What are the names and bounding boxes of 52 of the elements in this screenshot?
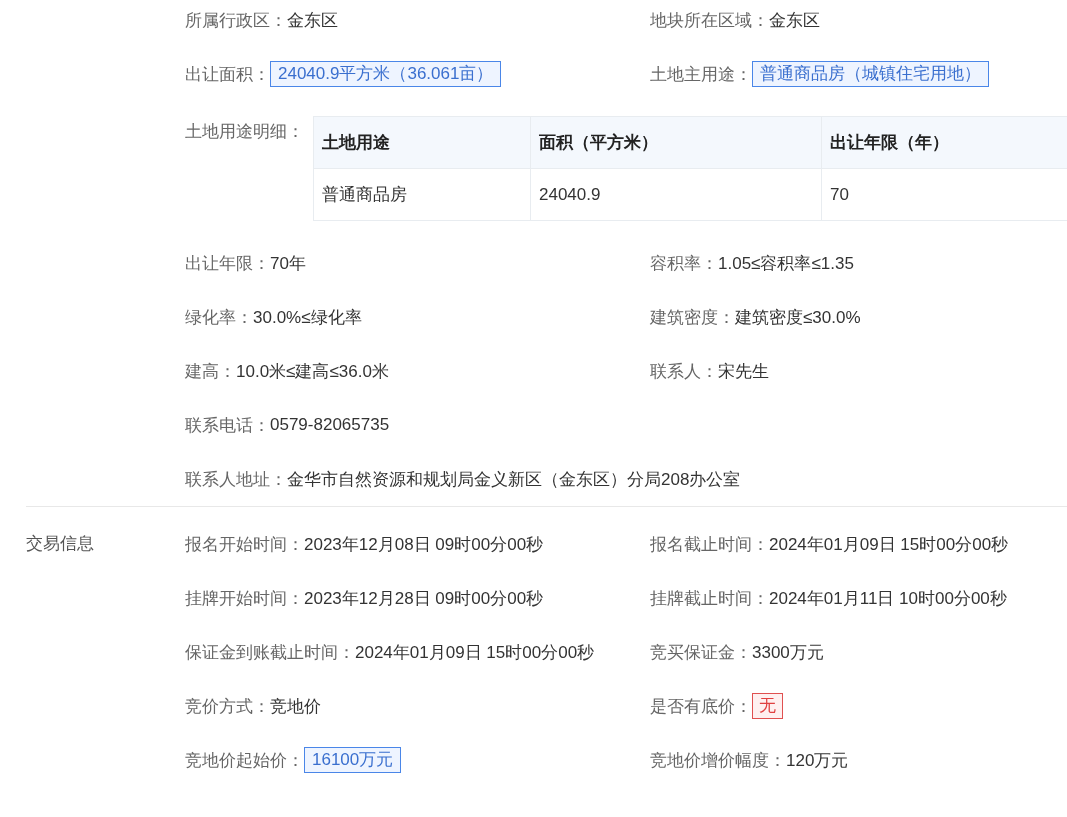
field-value: 120万元 <box>786 749 849 772</box>
field-value: 竞地价 <box>270 695 321 718</box>
field-label: 竞价方式： <box>185 695 270 718</box>
field-value: 2023年12月08日 09时00分00秒 <box>304 533 544 556</box>
value-tag: 16100万元 <box>304 747 402 773</box>
value-tag: 普通商品房（城镇住宅用地） <box>752 61 989 87</box>
field-label: 土地用途明细： <box>185 121 305 143</box>
field-label: 土地主用途： <box>650 63 752 86</box>
field-label: 建筑密度： <box>650 306 735 329</box>
field-value: 10.0米≤建高≤36.0米 <box>236 360 389 383</box>
field-value: 金东区 <box>287 9 338 32</box>
field-value: 2023年12月28日 09时00分00秒 <box>304 587 544 610</box>
section-title: 交易信息 <box>26 533 95 555</box>
field-value: 2024年01月11日 10时00分00秒 <box>769 587 1007 610</box>
field-label: 挂牌开始时间： <box>185 587 304 610</box>
field-label: 联系人： <box>650 360 718 383</box>
field-label: 竞地价增价幅度： <box>650 749 786 772</box>
field-value: 2024年01月09日 15时00分00秒 <box>355 641 595 664</box>
value-tag: 无 <box>752 693 783 719</box>
field-value: 宋先生 <box>718 360 769 383</box>
field-label: 所属行政区： <box>185 9 287 32</box>
field-value: 3300万元 <box>752 641 824 664</box>
field-label: 出让面积： <box>185 63 270 86</box>
field-label: 是否有底价： <box>650 695 752 718</box>
field-label: 报名截止时间： <box>650 533 769 556</box>
field-value: 1.05≤容积率≤1.35 <box>718 252 854 275</box>
field-label: 竞买保证金： <box>650 641 752 664</box>
field-value: 建筑密度≤30.0% <box>735 306 861 329</box>
field-value: 70年 <box>270 252 306 275</box>
table-cell: 24040.9 <box>530 168 822 221</box>
column-header: 面积（平方米） <box>530 116 822 169</box>
field-value: 金东区 <box>769 9 820 32</box>
field-label: 建高： <box>185 360 236 383</box>
field-label: 容积率： <box>650 252 718 275</box>
field-value: 金华市自然资源和规划局金义新区（金东区）分局208办公室 <box>287 468 741 491</box>
field-label: 地块所在区域： <box>650 9 769 32</box>
field-value: 0579-82065735 <box>270 415 390 435</box>
field-label: 报名开始时间： <box>185 533 304 556</box>
field-label: 竞地价起始价： <box>185 749 304 772</box>
field-label: 联系人地址： <box>185 468 287 491</box>
field-value: 2024年01月09日 15时00分00秒 <box>769 533 1009 556</box>
table-cell: 70 <box>821 168 1067 221</box>
field-label: 出让年限： <box>185 252 270 275</box>
field-label: 联系电话： <box>185 414 270 437</box>
field-value: 30.0%≤绿化率 <box>253 306 362 329</box>
value-tag: 24040.9平方米（36.061亩） <box>270 61 502 87</box>
column-header: 出让年限（年） <box>821 116 1067 169</box>
field-label: 挂牌截止时间： <box>650 587 769 610</box>
field-label: 绿化率： <box>185 306 253 329</box>
field-label: 保证金到账截止时间： <box>185 641 355 664</box>
table-cell: 普通商品房 <box>313 168 531 221</box>
column-header: 土地用途 <box>313 116 531 169</box>
